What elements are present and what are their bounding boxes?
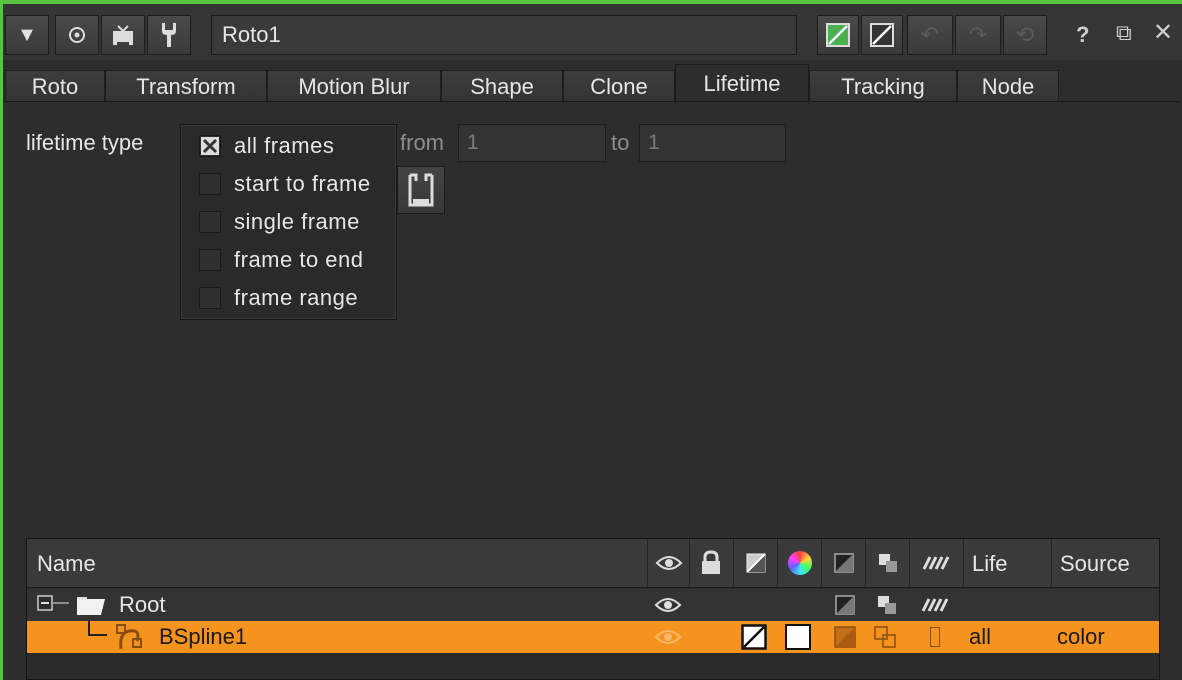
mask-icon [870,23,894,47]
float-window-icon[interactable]: ⧉ [1116,20,1132,46]
life-indicator[interactable] [930,627,940,647]
invert-icon[interactable] [741,624,767,650]
from-input[interactable]: 1 [458,124,606,162]
option-label: start to frame [234,171,371,196]
row-source[interactable]: color [1057,624,1105,650]
undo-icon: ↶ [920,22,940,47]
triangle-down-icon: ▼ [17,23,37,46]
motion-blur-icon [922,556,950,570]
lock-icon [702,550,720,574]
settings-wrench-button[interactable] [147,15,191,55]
column-name[interactable]: Name [37,551,96,577]
column-life[interactable]: Life [963,539,1051,587]
option-label: frame to end [234,247,364,272]
redo-icon: ↷ [968,22,988,47]
motion-blur-icon[interactable] [921,598,951,612]
option-checkbox [199,287,221,309]
column-visible[interactable] [647,539,689,587]
blend-icon[interactable] [874,626,896,648]
tab-bar: Roto Transform Motion Blur Shape Clone L… [3,62,1182,104]
mask-green-icon [826,23,850,47]
from-label: from [400,130,444,155]
eye-icon[interactable] [654,628,682,646]
tab-tracking[interactable]: Tracking [809,70,957,102]
mask-toggle-button[interactable] [817,15,859,55]
column-source-label: Source [1060,551,1130,576]
to-input[interactable]: 1 [639,124,786,162]
option-checkbox [199,249,221,271]
tv-icon [113,25,133,45]
color-swatch[interactable] [785,624,811,650]
tab-node[interactable]: Node [957,70,1059,102]
column-overlay[interactable] [821,539,865,587]
overlay-icon[interactable] [835,595,855,615]
blend-icon[interactable] [877,595,897,615]
tree-row-bspline[interactable]: BSpline1 all color [27,621,1159,653]
bracket-frame-icon [408,173,434,207]
option-single-frame[interactable]: single frame [181,203,396,241]
tree-header: Name Life Source [27,539,1159,588]
option-label: single frame [234,209,360,234]
lifetime-type-label: lifetime type [26,130,144,155]
option-start-to-frame[interactable]: start to frame [181,165,396,203]
column-life-label: Life [972,551,1008,576]
tab-roto[interactable]: Roto [5,70,105,102]
bspline-icon [116,624,142,650]
set-current-frame-button[interactable] [397,166,445,214]
option-frame-to-end[interactable]: frame to end [181,241,396,279]
lifetime-type-dropdown: all frames start to frame single frame f… [180,124,397,320]
tab-divider [3,101,1179,102]
collapse-button[interactable]: ▼ [5,15,49,55]
blend-icon [879,554,897,572]
wrench-icon [162,23,176,47]
tab-lifetime[interactable]: Lifetime [675,64,809,104]
node-name-field[interactable]: Roto1 [211,15,797,55]
column-locked[interactable] [689,539,733,587]
target-icon [69,27,85,43]
column-invert[interactable] [733,539,777,587]
eye-icon[interactable] [654,596,682,614]
tab-shape[interactable]: Shape [441,70,563,102]
column-color[interactable] [777,539,821,587]
option-label: all frames [234,133,335,158]
tree-row-root[interactable]: Root [27,589,1159,621]
option-checkbox [199,211,221,233]
column-blending[interactable] [865,539,909,587]
revert-icon: ⟲ [1015,22,1035,47]
option-checkbox [199,173,221,195]
title-bar: ▼ Roto1 ↶ ↷ ⟲ ? ⧉ ✕ [3,4,1182,60]
to-label: to [611,130,630,155]
row-name: BSpline1 [159,624,248,649]
folder-layer-icon [77,597,105,615]
option-label: frame range [234,285,359,310]
row-name: Root [119,592,166,617]
overlay-icon [834,553,854,573]
color-wheel-icon [788,551,812,575]
tab-clone[interactable]: Clone [563,70,675,102]
column-source[interactable]: Source [1051,539,1159,587]
overlay-icon[interactable] [834,626,856,648]
tree-branch-line [88,621,107,636]
mask-toggle-button-2[interactable] [861,15,903,55]
revert-button[interactable]: ⟲ [1003,15,1047,55]
tab-motion-blur[interactable]: Motion Blur [267,70,441,102]
tab-transform[interactable]: Transform [105,70,267,102]
eye-icon [655,556,683,570]
option-all-frames[interactable]: all frames [181,127,396,165]
option-checkbox [199,135,221,157]
redo-button[interactable]: ↷ [955,15,1001,55]
collapse-minus-icon[interactable] [35,593,75,613]
row-life[interactable]: all [969,624,991,650]
column-motion-blur[interactable] [909,539,963,587]
center-node-button[interactable] [55,15,99,55]
curves-tree-panel: Name Life Source Root BSpline1 all color [26,538,1160,680]
viewer-input-button[interactable] [101,15,145,55]
check-x-icon [201,137,219,155]
invert-icon [746,553,766,573]
close-icon[interactable]: ✕ [1153,18,1173,47]
option-frame-range[interactable]: frame range [181,279,396,317]
undo-button[interactable]: ↶ [907,15,953,55]
help-icon[interactable]: ? [1076,22,1089,48]
